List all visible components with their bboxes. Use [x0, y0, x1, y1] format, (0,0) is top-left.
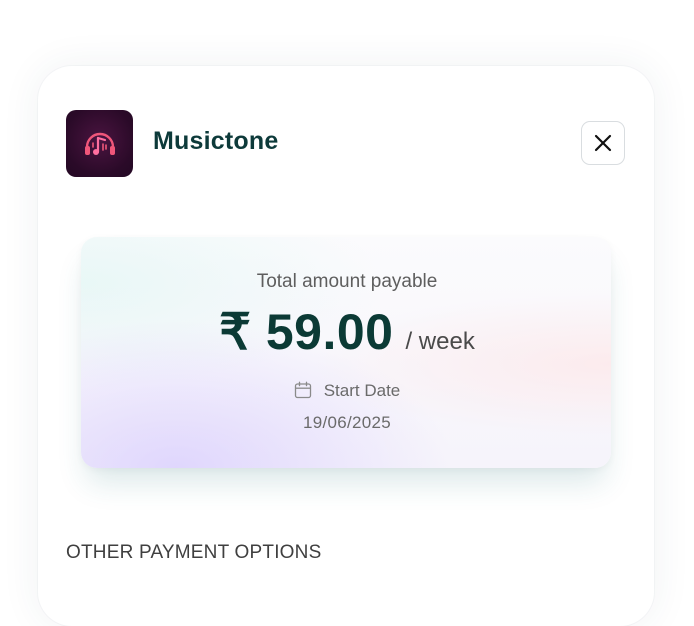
start-date-label: Start Date [323, 381, 401, 400]
billing-period: / week [405, 328, 475, 355]
other-payment-options-heading: OTHER PAYMENT OPTIONS [66, 542, 322, 563]
music-note-headphones-icon [84, 132, 115, 155]
total-amount-label: Total amount payable [256, 271, 438, 292]
price-row: ₹ 59.00 / week [0, 303, 694, 361]
calendar-icon [294, 381, 312, 404]
price-amount: ₹ 59.00 [219, 304, 394, 360]
app-name: Musictone [153, 127, 279, 155]
app-logo [66, 110, 133, 177]
start-date-value: 19/06/2025 [302, 413, 392, 432]
close-button[interactable] [581, 121, 625, 165]
start-date-row: Start Date [0, 381, 694, 404]
close-icon [594, 134, 612, 152]
